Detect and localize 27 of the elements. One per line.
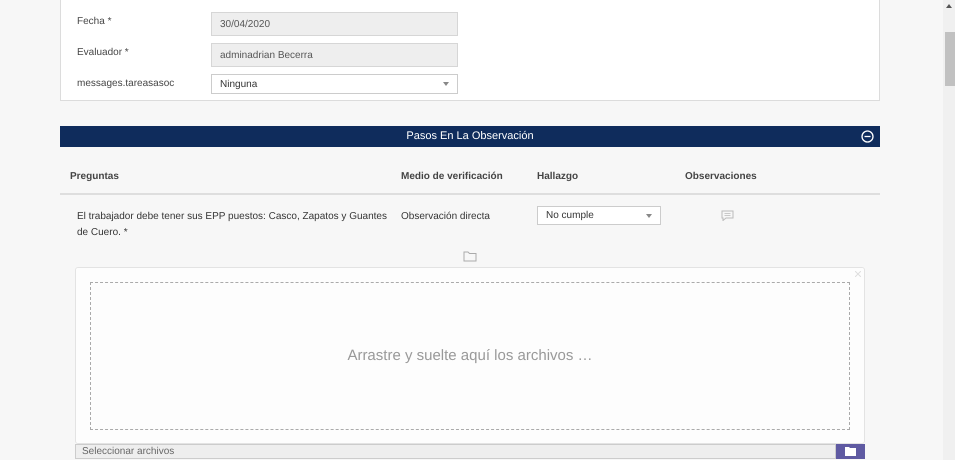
column-header: Hallazgo <box>537 170 580 184</box>
dropdown[interactable]: Ninguna <box>211 74 458 94</box>
comment-icon[interactable] <box>721 210 734 221</box>
browse-button[interactable] <box>836 444 865 459</box>
drop-hint: Arrastre y suelte aquí los archivos … <box>347 346 593 366</box>
field-label: Evaluador * <box>77 46 130 60</box>
column-header: Medio de verificación <box>401 170 504 184</box>
column-header: Observaciones <box>685 170 758 184</box>
caret-icon <box>646 214 652 218</box>
field-label: Fecha * <box>77 15 112 29</box>
file-name-field[interactable]: Seleccionar archivos <box>75 444 836 459</box>
caret-icon <box>443 82 449 86</box>
field-label: messages.tareasasoc <box>77 77 176 91</box>
table-cell: Observación directa <box>401 211 490 222</box>
input-field[interactable]: adminadrian Becerra <box>211 43 458 67</box>
folder-icon[interactable] <box>463 251 477 262</box>
column-header: Preguntas <box>69 170 120 184</box>
input-field[interactable]: 30/04/2020 <box>211 12 458 36</box>
collapse-icon[interactable] <box>861 130 874 143</box>
scrollbar[interactable] <box>943 0 955 460</box>
section-title: Pasos En La Observación <box>406 129 534 144</box>
folder-icon <box>844 447 856 456</box>
scroll-up-icon[interactable] <box>946 4 952 8</box>
close-icon[interactable] <box>855 271 861 277</box>
scroll-thumb[interactable] <box>945 32 955 86</box>
dropdown[interactable]: No cumple <box>537 206 661 225</box>
question-text: El trabajador debe tener sus EPP puestos: Casco, Zapatos y Guantes de Cuero. * <box>77 210 388 240</box>
